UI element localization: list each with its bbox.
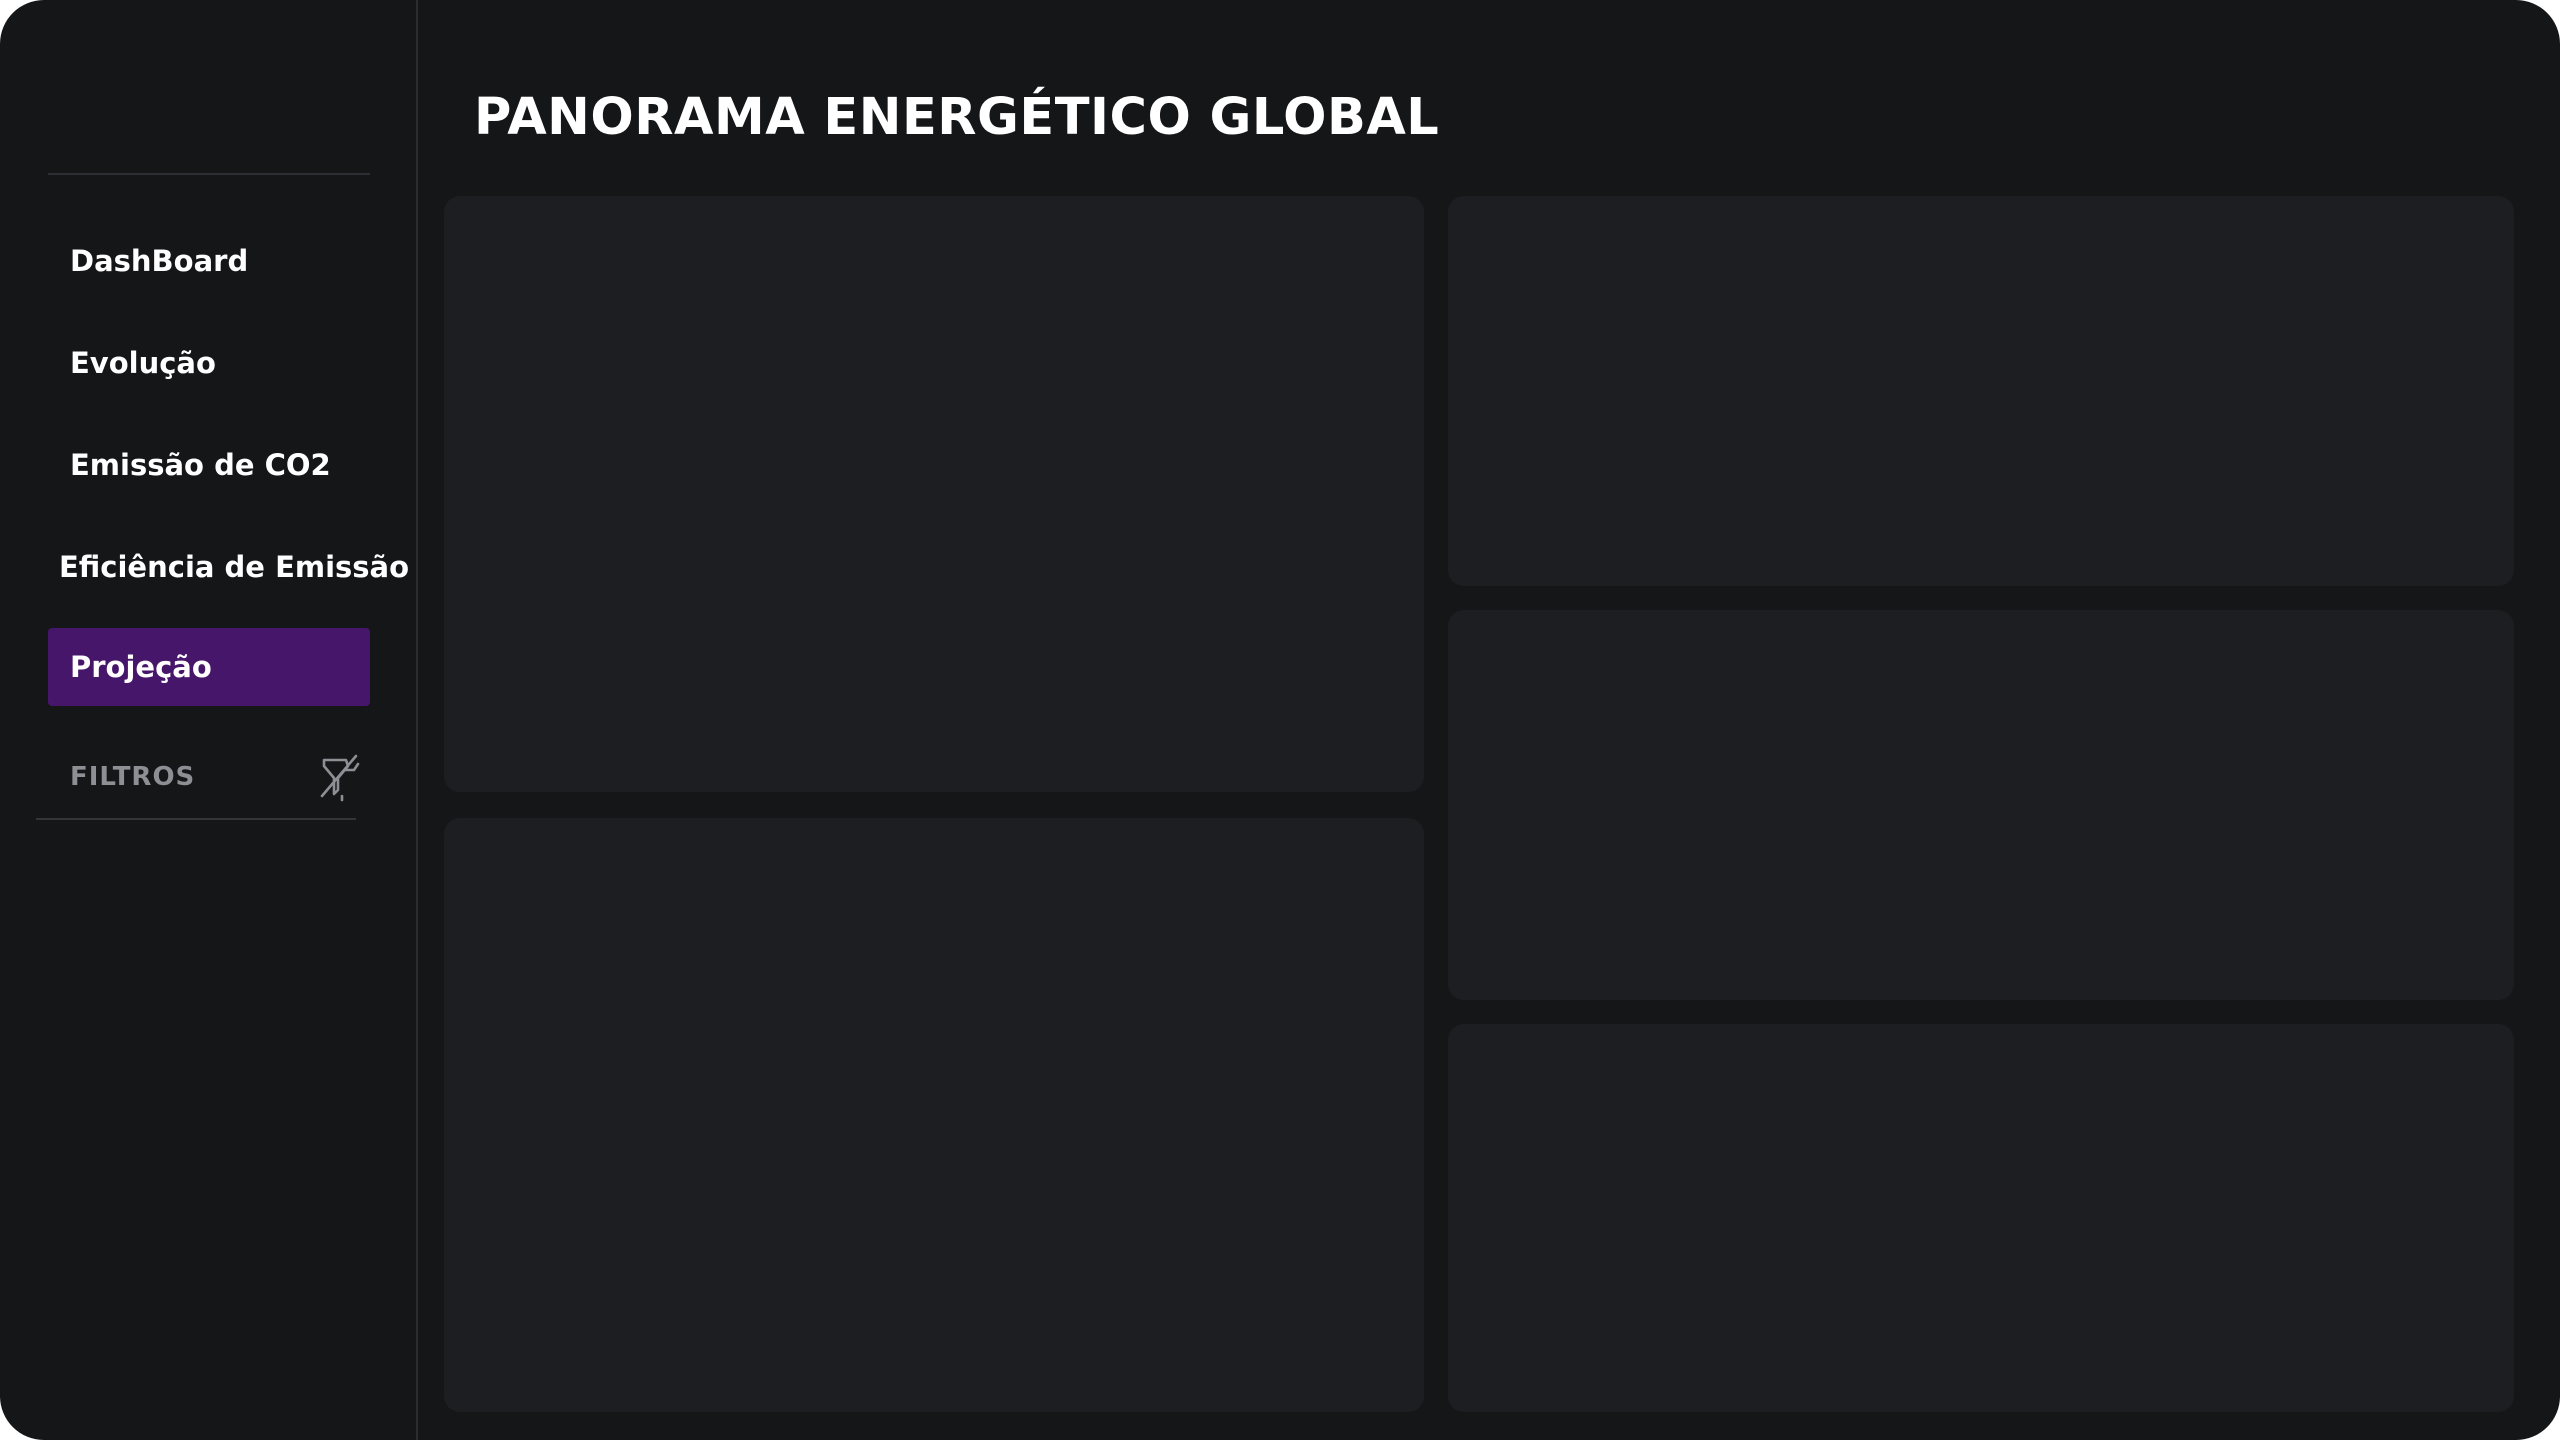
sidebar-item-eficiencia-emissao[interactable]: Eficiência de Emissão bbox=[48, 528, 409, 606]
panel-right-top bbox=[1448, 196, 2514, 586]
panel-right-middle bbox=[1448, 610, 2514, 1000]
page-title: PANORAMA ENERGÉTICO GLOBAL bbox=[474, 88, 1440, 148]
sidebar-item-label: Emissão de CO2 bbox=[70, 448, 331, 482]
sidebar-item-evolucao[interactable]: Evolução bbox=[48, 324, 370, 402]
filter-off-icon[interactable] bbox=[318, 752, 362, 802]
panel-right-bottom bbox=[1448, 1024, 2514, 1412]
filters-label: FILTROS bbox=[70, 762, 196, 792]
sidebar-item-label: Projeção bbox=[70, 650, 212, 684]
panel-bottom-left bbox=[444, 818, 1424, 1412]
sidebar-item-emissao-co2[interactable]: Emissão de CO2 bbox=[48, 426, 370, 504]
sidebar: DashBoard Evolução Emissão de CO2 Eficiê… bbox=[0, 0, 418, 1440]
filters-section: FILTROS bbox=[36, 744, 360, 820]
panel-top-left bbox=[444, 196, 1424, 792]
sidebar-item-label: Eficiência de Emissão bbox=[59, 550, 410, 584]
sidebar-item-projecao[interactable]: Projeção bbox=[48, 628, 370, 706]
sidebar-item-label: Evolução bbox=[70, 346, 216, 380]
sidebar-divider bbox=[48, 173, 370, 175]
sidebar-item-dashboard[interactable]: DashBoard bbox=[48, 222, 370, 300]
app-window: DashBoard Evolução Emissão de CO2 Eficiê… bbox=[0, 0, 2560, 1440]
sidebar-item-label: DashBoard bbox=[70, 244, 249, 278]
